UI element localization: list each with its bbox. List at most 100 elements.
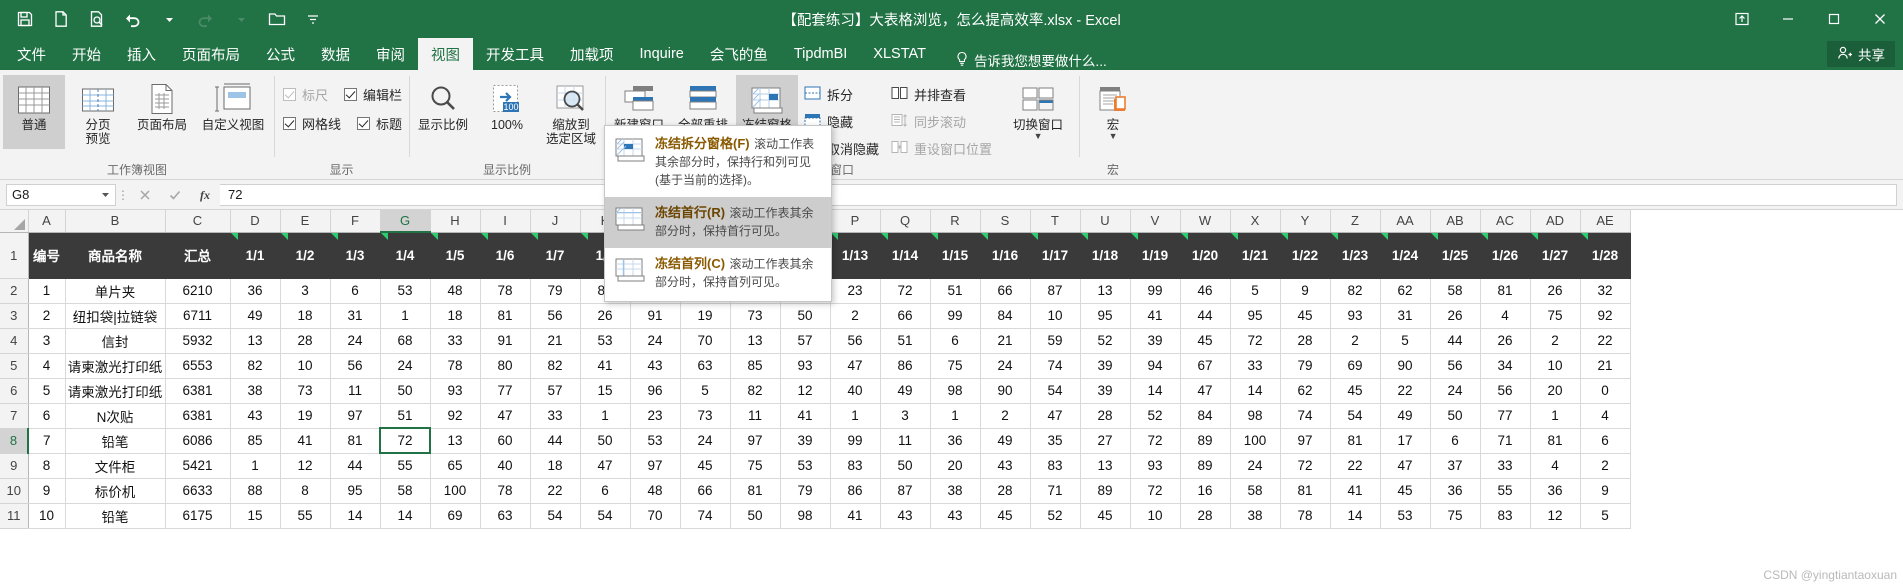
cell-I4[interactable]: 91 [480,328,531,354]
column-header-AC[interactable]: AC [1480,210,1531,233]
cell-U3[interactable]: 95 [1080,303,1131,329]
formula-input[interactable]: 72 [220,183,1897,206]
cell-C1[interactable]: 汇总 [165,232,231,279]
column-header-T[interactable]: T [1030,210,1081,233]
cell-AE10[interactable]: 9 [1580,478,1631,504]
cell-AA1[interactable]: 1/24 [1380,232,1431,279]
cell-Z10[interactable]: 41 [1330,478,1381,504]
cell-J5[interactable]: 82 [530,353,581,379]
cell-E7[interactable]: 19 [280,403,331,429]
menu-item-freeze-first-column[interactable]: 冻结首列(C) 滚动工作表其余部分时，保持首列可见。 [605,248,831,299]
ribbon-display-options-icon[interactable] [1719,0,1765,38]
cell-AE7[interactable]: 4 [1580,403,1631,429]
cell-P6[interactable]: 40 [830,378,881,404]
cell-S3[interactable]: 84 [980,303,1031,329]
select-all-corner[interactable] [0,210,29,233]
cell-H7[interactable]: 92 [430,403,481,429]
cell-L8[interactable]: 53 [630,428,681,454]
cell-U1[interactable]: 1/18 [1080,232,1131,279]
cell-B11[interactable]: 铅笔 [65,503,166,529]
cell-G6[interactable]: 50 [380,378,431,404]
cell-V11[interactable]: 10 [1130,503,1181,529]
cell-B10[interactable]: 标价机 [65,478,166,504]
cell-Y3[interactable]: 45 [1280,303,1331,329]
cell-Y11[interactable]: 78 [1280,503,1331,529]
cell-C9[interactable]: 5421 [165,453,231,479]
cell-Y9[interactable]: 72 [1280,453,1331,479]
cell-E8[interactable]: 41 [280,428,331,454]
cell-K5[interactable]: 41 [580,353,631,379]
cell-Z9[interactable]: 22 [1330,453,1381,479]
cell-AC9[interactable]: 33 [1480,453,1531,479]
cell-Z6[interactable]: 45 [1330,378,1381,404]
macros-caret-icon[interactable]: ▼ [1109,132,1118,141]
cell-F10[interactable]: 95 [330,478,381,504]
cell-R6[interactable]: 98 [930,378,981,404]
cell-AA4[interactable]: 5 [1380,328,1431,354]
undo-icon[interactable] [116,4,150,34]
cell-Q2[interactable]: 72 [880,278,931,304]
cell-I11[interactable]: 63 [480,503,531,529]
normal-view-button[interactable]: 普通 [3,75,65,149]
cell-U7[interactable]: 28 [1080,403,1131,429]
cell-O10[interactable]: 79 [780,478,831,504]
tab-view[interactable]: 视图 [418,38,473,70]
cell-W3[interactable]: 44 [1180,303,1231,329]
cell-Y10[interactable]: 81 [1280,478,1331,504]
minimize-button[interactable] [1765,0,1811,38]
cell-AC5[interactable]: 34 [1480,353,1531,379]
cell-O11[interactable]: 98 [780,503,831,529]
cell-W10[interactable]: 16 [1180,478,1231,504]
cell-F5[interactable]: 56 [330,353,381,379]
cell-E10[interactable]: 8 [280,478,331,504]
cell-M9[interactable]: 45 [680,453,731,479]
cell-AC10[interactable]: 55 [1480,478,1531,504]
synchronous-scrolling-button[interactable]: 同步滚动 [891,112,992,131]
tab-data[interactable]: 数据 [308,38,363,70]
cell-F4[interactable]: 24 [330,328,381,354]
cell-C5[interactable]: 6553 [165,353,231,379]
cell-Q3[interactable]: 66 [880,303,931,329]
cell-U2[interactable]: 13 [1080,278,1131,304]
cell-AB3[interactable]: 26 [1430,303,1481,329]
cell-AB8[interactable]: 6 [1430,428,1481,454]
cell-E2[interactable]: 3 [280,278,331,304]
cell-Q1[interactable]: 1/14 [880,232,931,279]
cancel-entry-icon[interactable] [130,184,160,206]
cell-AD10[interactable]: 36 [1530,478,1581,504]
cell-H10[interactable]: 100 [430,478,481,504]
column-header-AD[interactable]: AD [1530,210,1581,233]
cell-D4[interactable]: 13 [230,328,281,354]
cell-W7[interactable]: 84 [1180,403,1231,429]
cell-N10[interactable]: 81 [730,478,781,504]
cell-L11[interactable]: 70 [630,503,681,529]
cell-F8[interactable]: 81 [330,428,381,454]
cell-AA9[interactable]: 47 [1380,453,1431,479]
cell-AB6[interactable]: 24 [1430,378,1481,404]
cell-M4[interactable]: 70 [680,328,731,354]
page-break-preview-button[interactable]: 分页 预览 [67,75,129,149]
cell-Z4[interactable]: 2 [1330,328,1381,354]
cell-T11[interactable]: 52 [1030,503,1081,529]
cell-I5[interactable]: 80 [480,353,531,379]
cell-V2[interactable]: 99 [1130,278,1181,304]
redo-dropdown-icon[interactable] [224,4,258,34]
row-header-11[interactable]: 11 [0,503,29,529]
cell-Z2[interactable]: 82 [1330,278,1381,304]
cell-T7[interactable]: 47 [1030,403,1081,429]
cell-N3[interactable]: 73 [730,303,781,329]
cell-AD4[interactable]: 2 [1530,328,1581,354]
cell-R4[interactable]: 6 [930,328,981,354]
cell-N4[interactable]: 13 [730,328,781,354]
cell-P11[interactable]: 41 [830,503,881,529]
cell-I1[interactable]: 1/6 [480,232,531,279]
split-button[interactable]: 拆分 [804,85,879,104]
cell-O7[interactable]: 41 [780,403,831,429]
cell-X2[interactable]: 5 [1230,278,1281,304]
cell-O5[interactable]: 93 [780,353,831,379]
cell-AD7[interactable]: 1 [1530,403,1581,429]
tab-developer[interactable]: 开发工具 [473,38,557,70]
cell-A3[interactable]: 2 [28,303,66,329]
row-header-9[interactable]: 9 [0,453,29,479]
cell-T2[interactable]: 87 [1030,278,1081,304]
